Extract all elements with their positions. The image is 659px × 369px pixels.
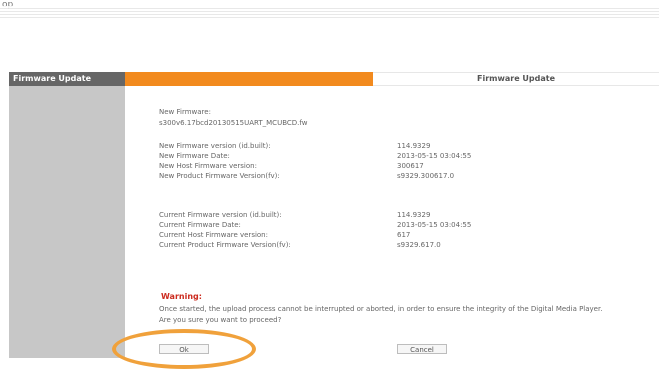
new-product-firmware-value: s9329.300617.0 bbox=[397, 172, 455, 180]
warning-line-2: Are you sure you want to proceed? bbox=[159, 316, 282, 324]
warning-text: Once started, the upload process cannot … bbox=[159, 304, 654, 326]
new-host-firmware-value: 300617 bbox=[397, 162, 424, 170]
current-firmware-version-value: 114.9329 bbox=[397, 211, 431, 219]
new-firmware-version-value: 114.9329 bbox=[397, 142, 431, 150]
top-divider-lines bbox=[0, 6, 659, 20]
new-product-firmware-label: New Product Firmware Version(fv): bbox=[159, 172, 280, 180]
new-firmware-file: s300v6.17bcd20130515UART_MCUBCD.fw bbox=[159, 119, 308, 127]
current-host-firmware-label: Current Host Firmware version: bbox=[159, 231, 268, 239]
cancel-button[interactable]: Cancel bbox=[397, 344, 447, 354]
warning-line-1: Once started, the upload process cannot … bbox=[159, 305, 603, 313]
warning-title: Warning: bbox=[161, 292, 202, 301]
new-firmware-version-label: New Firmware version (id.built): bbox=[159, 142, 271, 150]
sidebar: Firmware Update bbox=[9, 72, 125, 358]
current-firmware-date-label: Current Firmware Date: bbox=[159, 221, 241, 229]
current-firmware-date-value: 2013-05-15 03:04:55 bbox=[397, 221, 472, 229]
new-firmware-date-label: New Firmware Date: bbox=[159, 152, 230, 160]
tab-firmware-update: Firmware Update bbox=[373, 72, 659, 86]
ok-highlight-ellipse bbox=[112, 329, 256, 369]
sidebar-title: Firmware Update bbox=[9, 72, 125, 86]
new-firmware-label: New Firmware: bbox=[159, 108, 211, 116]
new-host-firmware-label: New Host Firmware version: bbox=[159, 162, 257, 170]
current-host-firmware-value: 617 bbox=[397, 231, 411, 239]
current-firmware-version-label: Current Firmware version (id.built): bbox=[159, 211, 282, 219]
current-product-firmware-value: s9329.617.0 bbox=[397, 241, 441, 249]
new-firmware-date-value: 2013-05-15 03:04:55 bbox=[397, 152, 472, 160]
current-product-firmware-label: Current Product Firmware Version(fv): bbox=[159, 241, 291, 249]
